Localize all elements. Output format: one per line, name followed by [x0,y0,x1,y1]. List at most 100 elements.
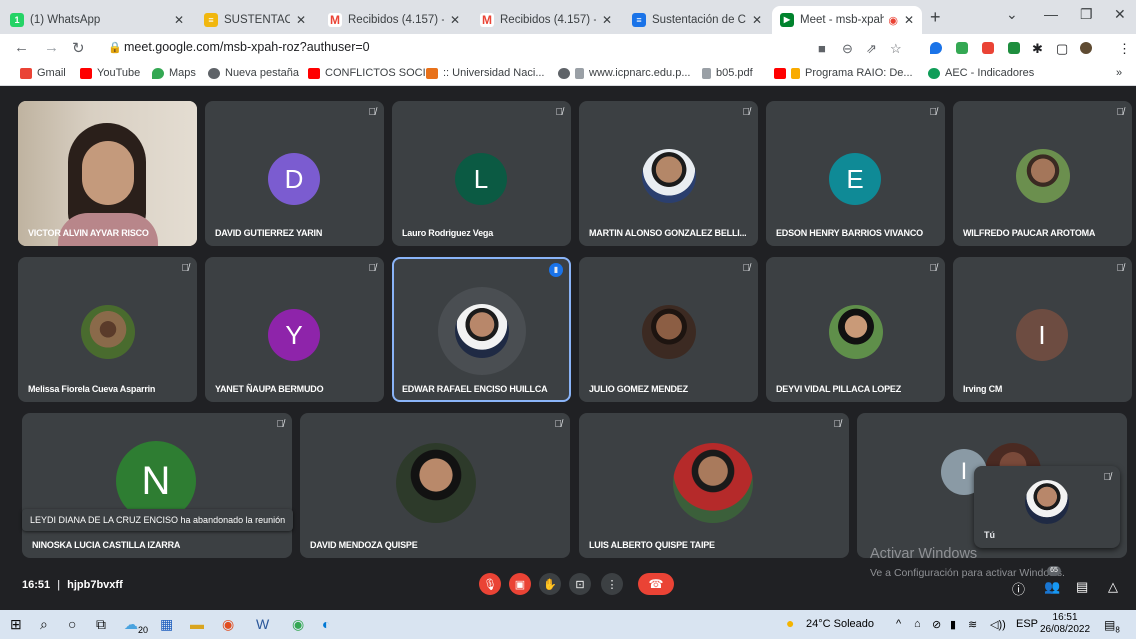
tab-whatsapp[interactable]: 1 (1) WhatsApp ✕ [2,6,192,34]
bookmark-programa-raio[interactable]: Programa RAIO: De... [774,67,913,79]
bookmark-gmail[interactable]: Gmail [20,67,66,79]
participant-tile[interactable]: 🎙̸ JULIO GOMEZ MENDEZ [579,257,758,402]
bookmark-b05[interactable]: b05.pdf [702,67,753,79]
wifi-icon[interactable]: ≋ [968,618,977,631]
participant-tile[interactable]: 🎙̸ LUIS ALBERTO QUISPE TAIPE [579,413,849,558]
people-icon[interactable]: 👥 [1044,579,1060,595]
language-indicator[interactable]: ESP [1016,618,1038,630]
lock-icon[interactable]: 🔒 [108,41,122,54]
more-options-button[interactable]: ⋮ [601,573,623,595]
url-text[interactable]: meet.google.com/msb-xpah-roz?authuser=0 [124,40,370,54]
close-tab-icon[interactable]: ✕ [296,13,306,27]
close-window-button[interactable]: ✕ [1114,6,1126,23]
participant-tile[interactable]: 🎙̸ L Lauro Rodriguez Vega [392,101,571,246]
close-tab-icon[interactable]: ✕ [450,13,460,27]
bookmark-icpnarc[interactable]: www.icpnarc.edu.p... [558,67,691,79]
forward-icon[interactable]: → [44,39,59,56]
chrome-icon[interactable]: ◉ [222,616,234,633]
zoom-icon[interactable]: ⊖ [842,41,853,57]
cortana-icon[interactable]: ○ [68,616,76,632]
new-tab-button[interactable]: + [930,7,941,28]
participant-tile[interactable]: 🎙̸ MARTIN ALONSO GONZALEZ BELLI... [579,101,758,246]
file-explorer-icon[interactable]: ▬ [190,616,204,632]
close-tab-icon[interactable]: ✕ [752,13,762,27]
tray-expand-icon[interactable]: ^ [896,618,901,630]
extension-drop-icon[interactable] [930,42,942,54]
battery-icon[interactable]: ▮ [950,618,956,631]
raise-hand-button[interactable]: ✋ [539,573,561,595]
tab-gmail-1[interactable]: M Recibidos (4.157) - ale ✕ [320,6,468,34]
participant-name: NINOSKA LUCIA CASTILLA IZARRA [32,540,181,550]
bookmark-maps[interactable]: Maps [152,67,196,79]
chat-icon[interactable]: ▤ [1076,579,1088,595]
activities-icon[interactable]: △ [1108,579,1118,595]
meeting-details-icon[interactable]: ⓘ [1012,579,1025,598]
chrome-meet-icon[interactable]: ◉ [292,616,304,633]
globe-icon [208,67,220,79]
camera-toggle-button[interactable]: ▣ [509,573,531,595]
present-button[interactable]: ⊡ [569,573,591,595]
task-view-icon[interactable]: ⧉ [96,616,106,633]
avatar: E [829,153,881,205]
tab-meet[interactable]: ▶ Meet - msb-xpah ◉ ✕ [772,6,922,34]
tab-search-icon[interactable]: ⌄ [1006,6,1018,23]
weather-text[interactable]: 24°C Soleado [806,618,874,630]
camera-icon[interactable]: ■ [818,41,826,56]
bookmark-new-tab[interactable]: Nueva pestaña [208,67,299,79]
leave-call-button[interactable]: ☎ [638,573,674,595]
globe-icon [558,67,570,79]
bookmark-youtube[interactable]: YouTube [80,67,140,79]
participant-tile[interactable]: 🎙̸ DAVID MENDOZA QUISPE [300,413,570,558]
sun-icon[interactable]: ● [786,615,794,631]
sidepanel-icon[interactable]: ▢ [1056,41,1068,57]
restore-button[interactable]: ❐ [1080,6,1093,23]
participant-tile[interactable]: 🎙̸ E EDSON HENRY BARRIOS VIVANCO [766,101,945,246]
bookmark-universidad[interactable]: :: Universidad Naci... [426,67,544,79]
bookmark-aec[interactable]: AEC - Indicadores [928,67,1034,79]
participant-tile[interactable]: 🎙̸ N NINOSKA LUCIA CASTILLA IZARRA [22,413,292,558]
taskbar-clock[interactable]: 16:51 26/08/2022 [1040,612,1090,636]
raio-icon [791,67,800,79]
participant-tile[interactable]: VICTOR ALVIN AYVAR RISCO [18,101,197,246]
weather-app-icon[interactable]: ☁20 [124,616,148,635]
tray-network-off-icon[interactable]: ⊘ [932,618,941,631]
participant-tile[interactable]: 🎙̸ DEYVI VIDAL PILLACA LOPEZ [766,257,945,402]
participant-tile[interactable]: 🎙̸ I Irving CM [953,257,1132,402]
minimize-button[interactable]: — [1044,6,1058,22]
bookmark-label: :: Universidad Naci... [443,67,545,79]
participant-tile[interactable]: 🎙̸ WILFREDO PAUCAR AROTOMA [953,101,1132,246]
participant-tile[interactable]: 🎙̸ D DAVID GUTIERREZ YARIN [205,101,384,246]
puzzle-icon[interactable]: ✱ [1032,41,1043,57]
windows-start-icon[interactable]: ⊞ [10,616,22,633]
tab-sustentacion-cont[interactable]: ≡ Sustentación de Cont ✕ [624,6,770,34]
tab-gmail-2[interactable]: M Recibidos (4.157) - ale ✕ [472,6,620,34]
share-icon[interactable]: ⇗ [866,41,877,57]
extension-icon[interactable] [956,42,968,54]
participant-tile-active-speaker[interactable]: ▮ EDWAR RAFAEL ENCISO HUILLCA [392,257,571,402]
participant-tile[interactable]: 🎙̸ Y YANET ÑAUPA BERMUDO [205,257,384,402]
close-tab-icon[interactable]: ✕ [602,13,612,27]
tray-icon[interactable]: ⌂ [914,618,921,630]
search-icon[interactable]: ⌕ [40,616,48,633]
close-tab-icon[interactable]: ✕ [904,13,914,27]
close-tab-icon[interactable]: ✕ [174,13,184,27]
meeting-code[interactable]: hjpb7bvxff [67,579,123,591]
extension-icon[interactable] [982,42,994,54]
reload-icon[interactable]: ↻ [72,39,85,57]
calendar-app-icon[interactable]: ▦ [160,616,173,633]
word-icon[interactable]: W [256,616,269,632]
menu-icon[interactable]: ⋮ [1118,41,1131,57]
profile-avatar[interactable] [1080,42,1092,54]
participant-tile[interactable]: 🎙̸ Melissa Fiorela Cueva Asparrin [18,257,197,402]
back-icon[interactable]: ← [14,39,29,56]
more-bookmarks-icon[interactable]: » [1116,67,1122,79]
volume-icon[interactable]: ◁)) [990,618,1006,631]
self-view-tile[interactable]: 🎙̸ Tú [974,466,1120,548]
tab-sustentacion[interactable]: ≡ SUSTENTACION DE TE ✕ [196,6,314,34]
extension-icon[interactable] [1008,42,1020,54]
bookmark-conflictos[interactable]: CONFLICTOS SOCI... [308,67,435,79]
bookmark-star-icon[interactable]: ☆ [890,41,902,57]
notifications-icon[interactable]: ▤8 [1104,618,1120,634]
mic-toggle-button[interactable]: 🎙 [479,573,501,595]
edge-icon[interactable]: ◐ [322,616,330,632]
